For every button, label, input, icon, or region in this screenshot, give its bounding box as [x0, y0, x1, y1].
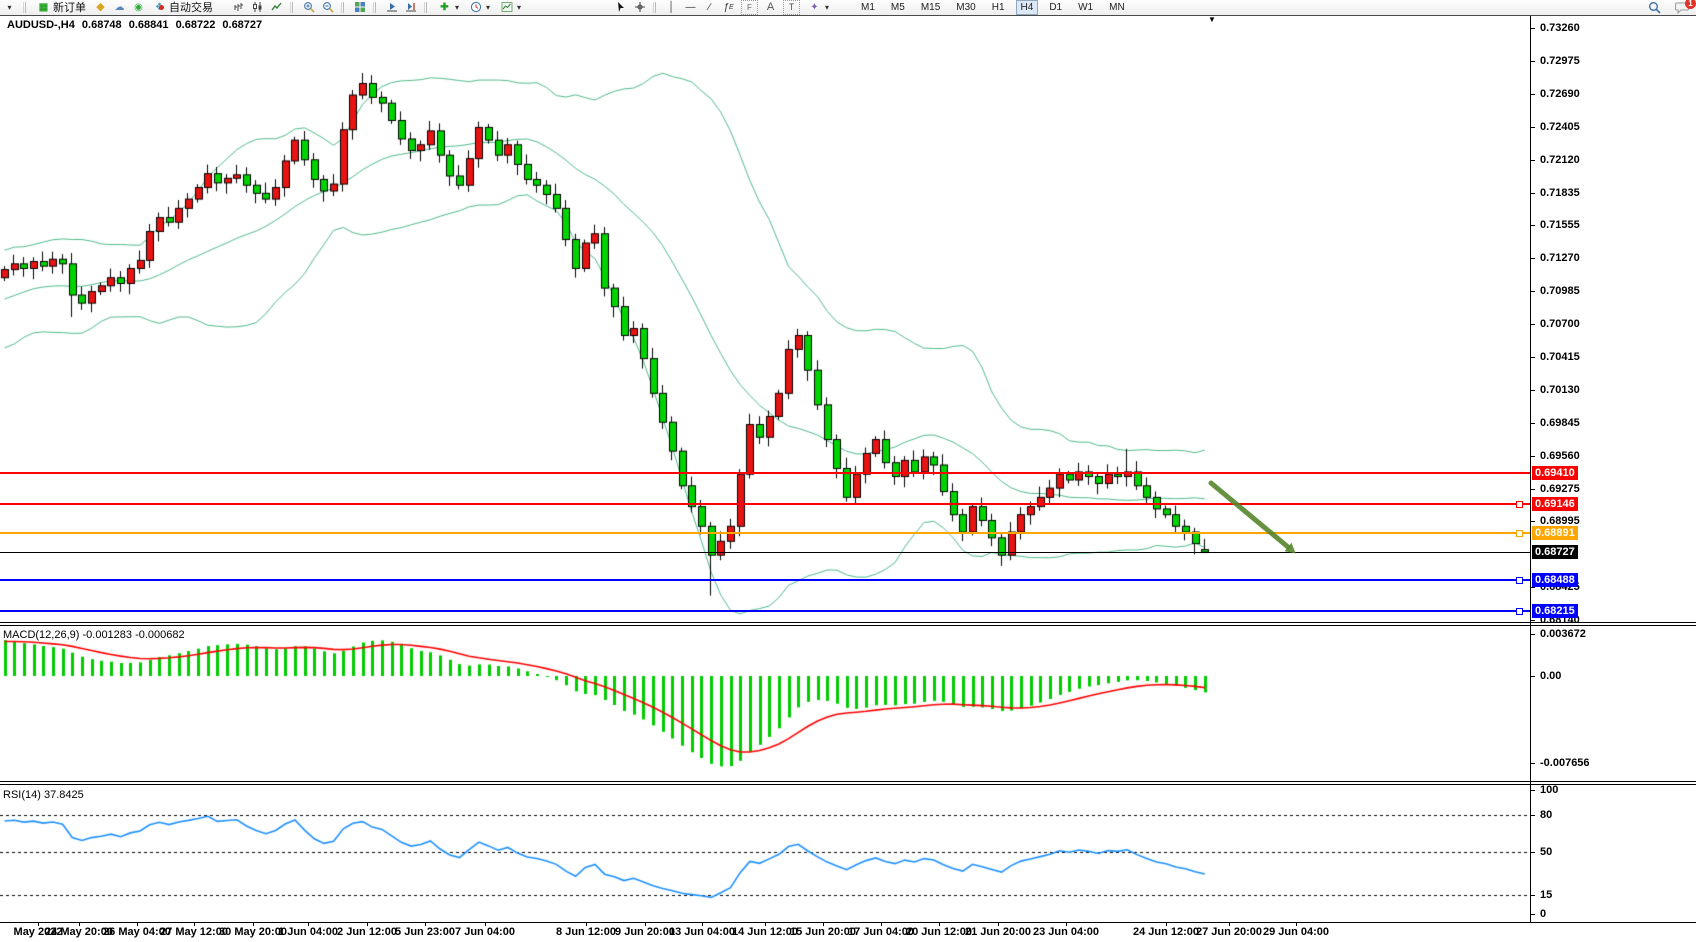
- chart-shift-icon[interactable]: [404, 1, 417, 14]
- horizontal-line-icon[interactable]: —: [684, 1, 697, 14]
- timeframe-w1[interactable]: W1: [1073, 0, 1098, 15]
- candlestick-chart-icon[interactable]: [251, 1, 264, 14]
- auto-trading-icon: ❖: [153, 1, 166, 14]
- auto-scroll-icon[interactable]: [385, 1, 398, 14]
- templates-button[interactable]: ▾: [498, 1, 523, 14]
- mt4-trading-terminal: ▾ ▦ 新订单 ◆ ☁ ◉ ❖ 自动交易: [0, 0, 1696, 942]
- market-watch-icon[interactable]: ◆: [94, 1, 107, 14]
- cursor-icon[interactable]: [614, 1, 627, 14]
- signal-icon[interactable]: ◉: [132, 1, 145, 14]
- trend-arrow-annotation[interactable]: [0, 0, 1696, 942]
- label-icon[interactable]: T: [783, 0, 800, 15]
- line-chart-icon[interactable]: [270, 1, 283, 14]
- symbol-period: AUDUSD-,H4: [7, 19, 75, 31]
- timeframe-h4[interactable]: H4: [1016, 0, 1039, 15]
- templates-icon: [500, 1, 513, 14]
- toolbar-separator: [343, 2, 344, 13]
- auto-trading-label: 自动交易: [169, 0, 213, 15]
- indicators-icon: ✚: [438, 1, 451, 14]
- timeframe-m1[interactable]: M1: [856, 0, 880, 15]
- toolbar-separator: [426, 2, 427, 13]
- periods-icon: [469, 1, 482, 14]
- timeframe-d1[interactable]: D1: [1044, 0, 1067, 15]
- trend-line-icon[interactable]: ∕: [703, 1, 716, 14]
- timeframe-bar: M1 M5 M15 M30 H1 H4 D1 W1 MN: [856, 0, 1130, 14]
- new-order-label: 新订单: [53, 0, 86, 15]
- dropdown-arrow-icon[interactable]: ▾: [3, 1, 16, 14]
- crosshair-icon[interactable]: [633, 1, 646, 14]
- indicators-button[interactable]: ✚▾: [436, 1, 461, 14]
- new-order-icon: ▦: [37, 1, 50, 14]
- ohlc-low: 0.68722: [176, 19, 216, 31]
- main-toolbar: ▾ ▦ 新订单 ◆ ☁ ◉ ❖ 自动交易: [0, 0, 1696, 16]
- tile-windows-icon[interactable]: [353, 1, 366, 14]
- toolbar-separator: [375, 2, 376, 13]
- periods-button[interactable]: ▾: [467, 1, 492, 14]
- shapes-button[interactable]: ✦▾: [806, 1, 831, 14]
- timeframe-h1[interactable]: H1: [987, 0, 1010, 15]
- profile-icon[interactable]: ☁: [113, 1, 126, 14]
- chat-icon[interactable]: 1: [1675, 1, 1690, 14]
- toolbar-separator: [655, 2, 656, 13]
- chat-badge: 1: [1685, 0, 1696, 9]
- fibonacci-icon[interactable]: ƒE: [722, 1, 735, 14]
- ohlc-close: 0.68727: [222, 19, 262, 31]
- search-icon[interactable]: [1648, 1, 1661, 14]
- zoom-in-icon[interactable]: [302, 1, 315, 14]
- ohlc-high: 0.68841: [129, 19, 169, 31]
- new-order-button[interactable]: ▦ 新订单: [35, 0, 88, 15]
- chart-title: AUDUSD-,H4 0.68748 0.68841 0.68722 0.687…: [7, 19, 266, 31]
- channel-icon[interactable]: F: [741, 0, 758, 15]
- toolbar-separator: [292, 2, 293, 13]
- vertical-line-icon[interactable]: │: [665, 1, 678, 14]
- zoom-out-icon[interactable]: [321, 1, 334, 14]
- timeframe-m30[interactable]: M30: [951, 0, 980, 15]
- shapes-icon: ✦: [808, 1, 821, 14]
- timeframe-m5[interactable]: M5: [886, 0, 910, 15]
- ohlc-open: 0.68748: [82, 19, 122, 31]
- text-icon[interactable]: A: [764, 1, 777, 14]
- auto-trading-button[interactable]: ❖ 自动交易: [151, 0, 215, 15]
- timeframe-m15[interactable]: M15: [916, 0, 945, 15]
- timeframe-mn[interactable]: MN: [1104, 0, 1130, 15]
- toolbar-separator: [25, 2, 26, 13]
- bar-chart-icon[interactable]: [232, 1, 245, 14]
